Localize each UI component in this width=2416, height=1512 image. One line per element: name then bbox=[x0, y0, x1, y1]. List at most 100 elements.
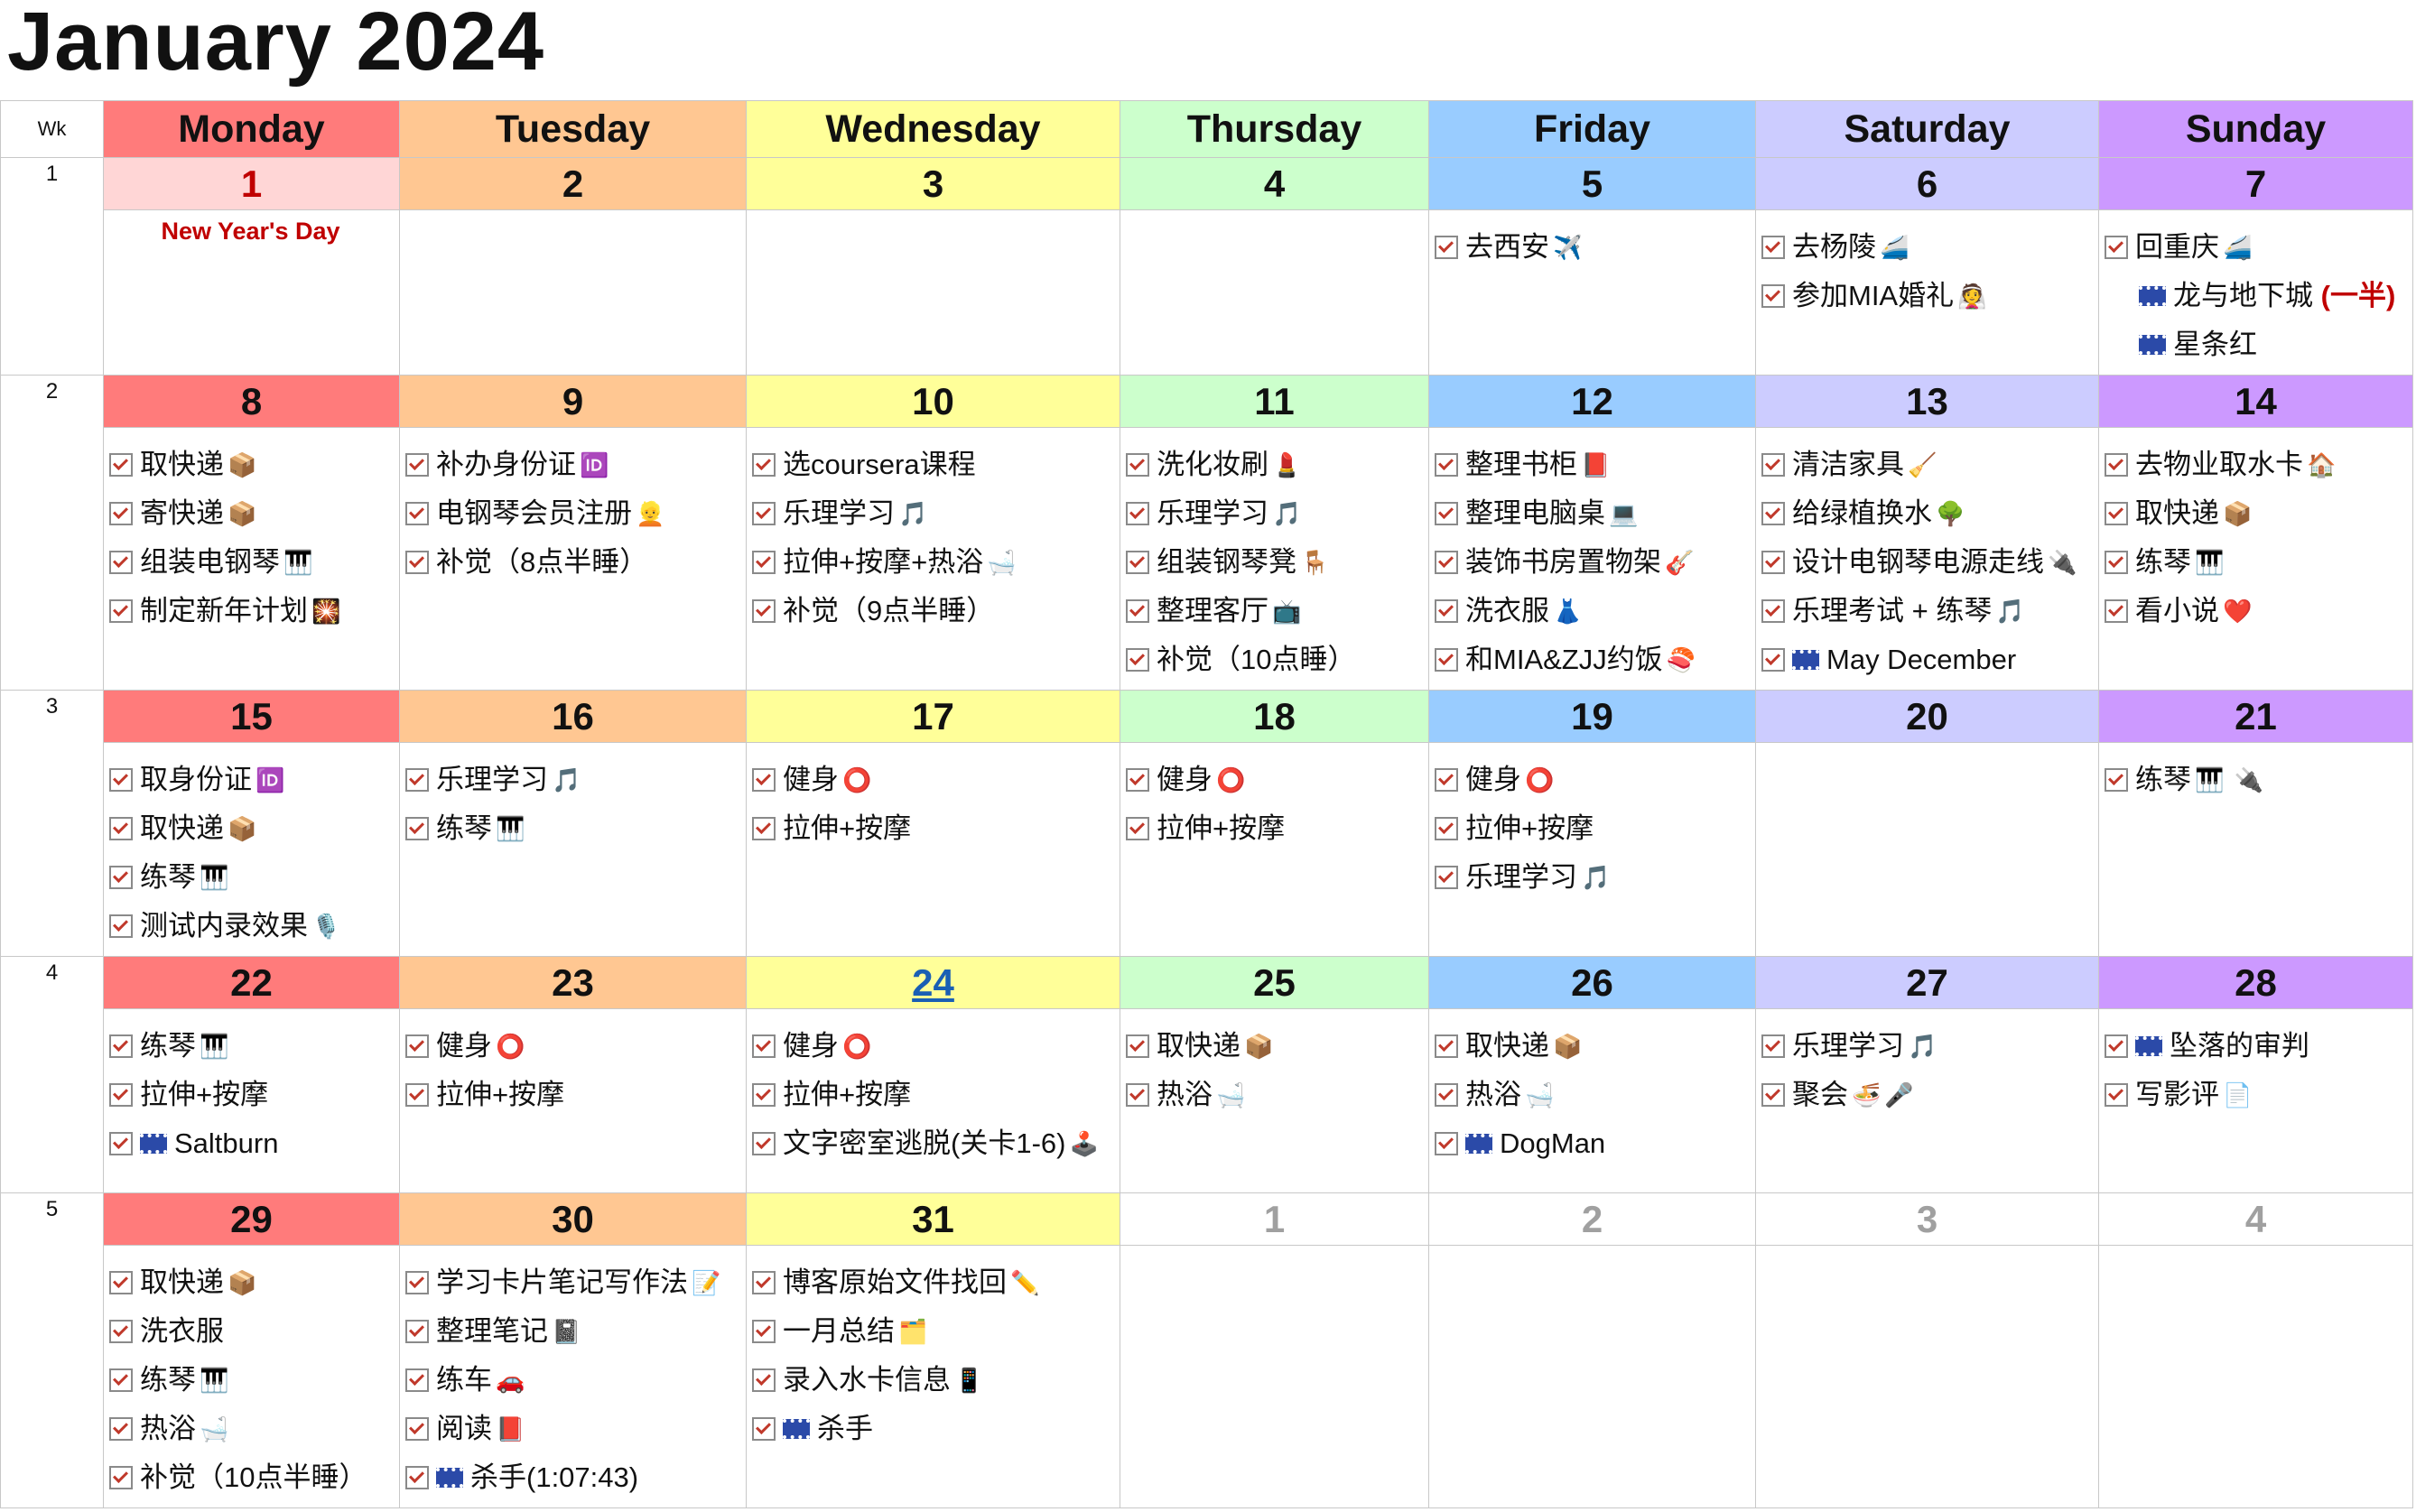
checkbox-checked[interactable] bbox=[2105, 551, 2128, 574]
checkbox-checked[interactable] bbox=[109, 914, 133, 938]
event-item[interactable]: 坠落的审判 bbox=[2105, 1022, 2405, 1071]
checkbox-checked[interactable] bbox=[752, 1271, 776, 1294]
checkbox-checked[interactable] bbox=[1126, 768, 1149, 792]
checkbox-checked[interactable] bbox=[109, 1132, 133, 1155]
checkbox-checked[interactable] bbox=[109, 1368, 133, 1392]
event-item[interactable]: 清洁家具 🧹 bbox=[1761, 441, 2091, 489]
checkbox-checked[interactable] bbox=[405, 502, 429, 525]
event-item[interactable]: 回重庆 🚄 bbox=[2105, 223, 2405, 272]
checkbox-checked[interactable] bbox=[1435, 236, 1458, 259]
date-cell-next-month[interactable]: 4 bbox=[2098, 1192, 2413, 1246]
checkbox-checked[interactable] bbox=[109, 817, 133, 840]
checkbox-checked[interactable] bbox=[2105, 1083, 2128, 1107]
event-item[interactable]: 拉伸+按摩 bbox=[752, 1071, 1112, 1119]
event-item[interactable]: 给绿植换水 🌳 bbox=[1761, 489, 2091, 538]
checkbox-checked[interactable] bbox=[2105, 768, 2128, 792]
checkbox-checked[interactable] bbox=[752, 453, 776, 477]
checkbox-checked[interactable] bbox=[109, 1320, 133, 1343]
checkbox-checked[interactable] bbox=[2105, 236, 2128, 259]
checkbox-checked[interactable] bbox=[1761, 236, 1785, 259]
checkbox-checked[interactable] bbox=[752, 1132, 776, 1155]
event-item[interactable]: 一月总结 🗂️ bbox=[752, 1307, 1112, 1356]
today-date-link[interactable]: 24 bbox=[912, 961, 954, 1004]
checkbox-checked[interactable] bbox=[1435, 1132, 1458, 1155]
checkbox-checked[interactable] bbox=[1126, 648, 1149, 672]
checkbox-checked[interactable] bbox=[405, 768, 429, 792]
checkbox-checked[interactable] bbox=[405, 817, 429, 840]
date-cell[interactable]: 15 bbox=[103, 690, 400, 743]
event-item[interactable]: 取快递 📦 bbox=[2105, 489, 2405, 538]
checkbox-checked[interactable] bbox=[1761, 1083, 1785, 1107]
event-item[interactable]: 写影评 📄 bbox=[2105, 1071, 2405, 1119]
checkbox-checked[interactable] bbox=[752, 502, 776, 525]
checkbox-checked[interactable] bbox=[109, 1417, 133, 1441]
event-item[interactable]: 取快递 📦 bbox=[109, 804, 392, 853]
date-cell[interactable]: 13 bbox=[1755, 375, 2099, 428]
event-item[interactable]: 去杨陵 🚄 bbox=[1761, 223, 2091, 272]
checkbox-checked[interactable] bbox=[109, 551, 133, 574]
checkbox-checked[interactable] bbox=[752, 1417, 776, 1441]
event-item[interactable]: 聚会 🍜 🎤 bbox=[1761, 1071, 2091, 1119]
event-item[interactable]: 整理电脑桌 💻 bbox=[1435, 489, 1748, 538]
checkbox-checked[interactable] bbox=[109, 1466, 133, 1489]
date-cell[interactable]: 1 bbox=[103, 157, 400, 210]
event-item[interactable]: 练琴 🎹 bbox=[2105, 538, 2405, 587]
checkbox-checked[interactable] bbox=[405, 1271, 429, 1294]
event-item[interactable]: 和MIA&ZJJ约饭 🍣 bbox=[1435, 635, 1748, 684]
event-item[interactable]: 热浴 🛁 bbox=[1126, 1071, 1421, 1119]
checkbox-checked[interactable] bbox=[1435, 551, 1458, 574]
event-item[interactable]: 健身 ⭕ bbox=[752, 756, 1112, 804]
checkbox-checked[interactable] bbox=[1126, 551, 1149, 574]
checkbox-checked[interactable] bbox=[109, 1034, 133, 1058]
event-item[interactable]: May December bbox=[1761, 635, 2091, 684]
date-cell[interactable]: 19 bbox=[1428, 690, 1756, 743]
checkbox-checked[interactable] bbox=[405, 1320, 429, 1343]
event-item[interactable]: 洗化妆刷 💄 bbox=[1126, 441, 1421, 489]
event-item[interactable]: 整理书柜 📕 bbox=[1435, 441, 1748, 489]
checkbox-checked[interactable] bbox=[1435, 768, 1458, 792]
date-cell[interactable]: 8 bbox=[103, 375, 400, 428]
event-item[interactable]: 热浴 🛁 bbox=[109, 1405, 392, 1453]
checkbox-checked[interactable] bbox=[109, 768, 133, 792]
event-item[interactable]: 电钢琴会员注册 👱 bbox=[405, 489, 739, 538]
date-cell[interactable]: 2 bbox=[399, 157, 747, 210]
date-cell[interactable]: 5 bbox=[1428, 157, 1756, 210]
event-item[interactable]: 整理客厅 📺 bbox=[1126, 587, 1421, 635]
checkbox-checked[interactable] bbox=[1435, 817, 1458, 840]
event-item[interactable]: 整理笔记 📓 bbox=[405, 1307, 739, 1356]
checkbox-checked[interactable] bbox=[2105, 599, 2128, 623]
event-item[interactable]: 补觉（8点半睡） bbox=[405, 538, 739, 587]
checkbox-checked[interactable] bbox=[752, 551, 776, 574]
event-item[interactable]: 拉伸+按摩+热浴 🛁 bbox=[752, 538, 1112, 587]
checkbox-checked[interactable] bbox=[1435, 866, 1458, 889]
date-cell[interactable]: 27 bbox=[1755, 956, 2099, 1009]
event-item[interactable]: 取快递 📦 bbox=[109, 441, 392, 489]
checkbox-checked[interactable] bbox=[752, 1368, 776, 1392]
date-cell-today[interactable]: 24 bbox=[746, 956, 1120, 1009]
event-item[interactable]: 杀手 bbox=[752, 1405, 1112, 1453]
checkbox-checked[interactable] bbox=[405, 453, 429, 477]
checkbox-checked[interactable] bbox=[2105, 453, 2128, 477]
event-item[interactable]: 取身份证 🆔 bbox=[109, 756, 392, 804]
event-item[interactable]: 制定新年计划 🎇 bbox=[109, 587, 392, 635]
event-item[interactable]: 健身 ⭕ bbox=[405, 1022, 739, 1071]
event-item[interactable]: 健身 ⭕ bbox=[1126, 756, 1421, 804]
event-item[interactable]: 乐理学习 🎵 bbox=[1761, 1022, 2091, 1071]
event-item[interactable]: 杀手(1:07:43) bbox=[405, 1453, 739, 1502]
checkbox-checked[interactable] bbox=[1435, 1034, 1458, 1058]
checkbox-checked[interactable] bbox=[1435, 599, 1458, 623]
date-cell[interactable]: 10 bbox=[746, 375, 1120, 428]
checkbox-checked[interactable] bbox=[1761, 1034, 1785, 1058]
checkbox-checked[interactable] bbox=[752, 768, 776, 792]
event-item[interactable]: 阅读 📕 bbox=[405, 1405, 739, 1453]
event-item[interactable]: 乐理学习 🎵 bbox=[1435, 853, 1748, 902]
event-item[interactable]: 取快递 📦 bbox=[1126, 1022, 1421, 1071]
event-item[interactable]: 参加MIA婚礼 👰 bbox=[1761, 272, 2091, 320]
event-item[interactable]: 乐理学习 🎵 bbox=[405, 756, 739, 804]
checkbox-checked[interactable] bbox=[109, 502, 133, 525]
event-item[interactable]: 组装钢琴凳 🪑 bbox=[1126, 538, 1421, 587]
checkbox-checked[interactable] bbox=[1761, 551, 1785, 574]
event-item[interactable]: 拉伸+按摩 bbox=[405, 1071, 739, 1119]
event-item[interactable]: 练琴 🎹 bbox=[109, 1022, 392, 1071]
checkbox-checked[interactable] bbox=[1761, 599, 1785, 623]
